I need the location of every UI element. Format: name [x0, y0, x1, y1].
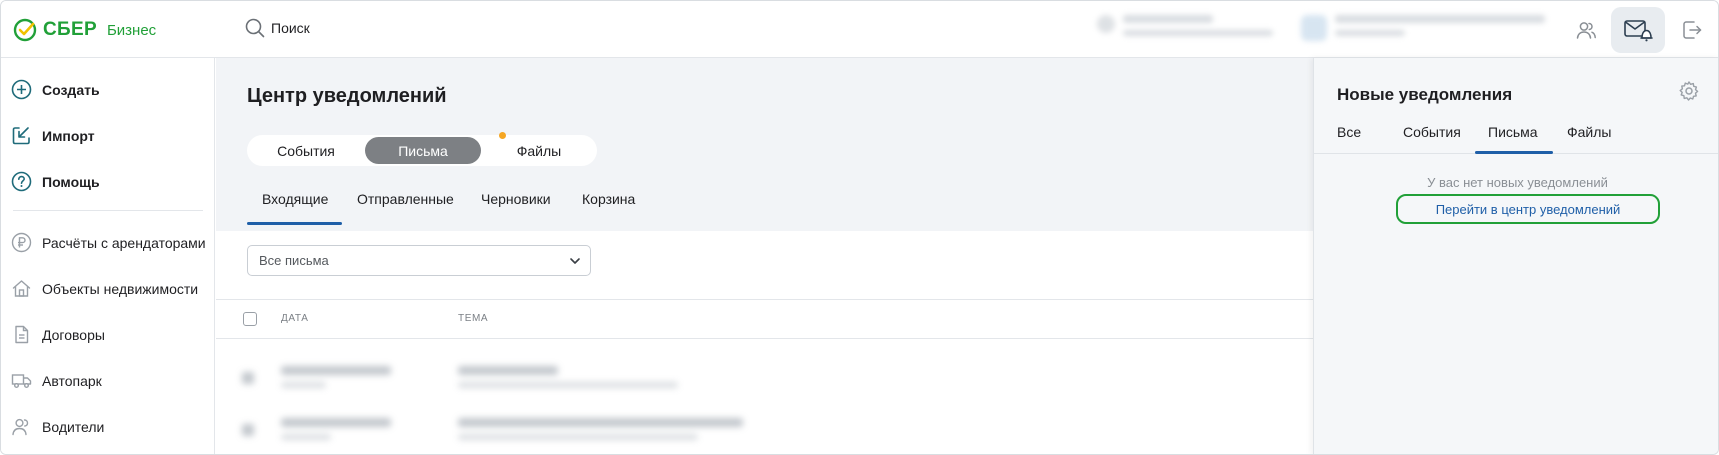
- select-value: Все письма: [259, 253, 329, 268]
- sidebar-item-label: Импорт: [42, 127, 95, 144]
- new-notifications-panel: Новые уведомления Все События Письма Фай…: [1313, 58, 1718, 454]
- row-checkbox-blurred: [242, 424, 254, 436]
- tab-inbox[interactable]: Входящие: [262, 191, 328, 207]
- column-header-date[interactable]: ДАТА: [281, 313, 309, 324]
- app-window: СБЕР Бизнес Поиск Создать Импорт Помощь …: [0, 0, 1719, 455]
- row-checkbox-blurred: [242, 372, 254, 384]
- sber-business-logo[interactable]: СБЕР Бизнес: [13, 18, 156, 42]
- new-items-indicator: [499, 132, 506, 139]
- sidebar-item-real-estate[interactable]: Объекты недвижимости: [11, 278, 198, 299]
- mail-list: [216, 352, 1313, 454]
- select-all-checkbox[interactable]: [243, 312, 257, 326]
- search-field[interactable]: Поиск: [245, 18, 310, 38]
- house-icon: [11, 278, 32, 299]
- panel-tab-files[interactable]: Файлы: [1567, 124, 1611, 140]
- active-tab-indicator: [1475, 151, 1553, 154]
- empty-state-text: У вас нет новых уведомлений: [1427, 175, 1608, 190]
- page-title: Центр уведомлений: [247, 85, 447, 107]
- sidebar-item-label: Водители: [42, 418, 105, 435]
- ruble-icon: [11, 232, 32, 253]
- account-balance-blurred: [1097, 15, 1287, 43]
- logo-text-sub: Бизнес: [106, 21, 157, 39]
- column-header-subject[interactable]: ТЕМА: [458, 313, 488, 324]
- active-tab-indicator: [247, 222, 342, 225]
- sidebar-item-fleet[interactable]: Автопарк: [11, 370, 102, 391]
- sber-logo-icon: [13, 18, 37, 42]
- company-profile-blurred[interactable]: [1301, 15, 1551, 43]
- table-header: ДАТА ТЕМА: [216, 299, 1313, 339]
- sidebar: Создать Импорт Помощь Расчёты с арендато…: [1, 58, 215, 454]
- sidebar-item-label: Объекты недвижимости: [42, 280, 199, 297]
- row-subject-blurred: [458, 366, 678, 388]
- panel-tab-letters[interactable]: Письма: [1488, 124, 1538, 140]
- gear-icon[interactable]: [1678, 80, 1700, 102]
- segment-files[interactable]: Файлы: [481, 137, 597, 164]
- search-label: Поиск: [271, 20, 310, 36]
- panel-tab-events[interactable]: События: [1403, 124, 1461, 140]
- sidebar-divider: [13, 210, 203, 211]
- mail-list-area: Все письма ДАТА ТЕМА: [216, 231, 1313, 352]
- table-row[interactable]: [216, 352, 1313, 404]
- sidebar-item-label: Расчёты с арендаторами: [42, 234, 206, 251]
- category-segmented-control: События Письма Файлы: [247, 132, 597, 166]
- document-icon: [11, 324, 32, 345]
- truck-icon: [11, 370, 32, 391]
- sidebar-item-label: Договоры: [42, 326, 105, 343]
- top-header: СБЕР Бизнес Поиск: [1, 1, 1718, 58]
- sidebar-item-tenant-payments[interactable]: Расчёты с арендаторами: [11, 232, 206, 253]
- import-icon: [11, 125, 32, 146]
- go-to-notification-center-link[interactable]: Перейти в центр уведомлений: [1396, 194, 1660, 224]
- notifications-mail-icon[interactable]: [1611, 7, 1665, 53]
- drivers-icon: [11, 416, 32, 437]
- letters-filter-select[interactable]: Все письма: [247, 245, 591, 276]
- tab-drafts[interactable]: Черновики: [481, 191, 551, 207]
- plus-circle-icon: [11, 79, 32, 100]
- segment-letters[interactable]: Письма: [365, 137, 481, 164]
- row-date-blurred: [281, 366, 391, 388]
- tab-sent[interactable]: Отправленные: [357, 191, 454, 207]
- tab-trash[interactable]: Корзина: [582, 191, 635, 207]
- search-icon: [245, 18, 265, 38]
- mail-folder-tabs: Входящие Отправленные Черновики Корзина: [216, 173, 1313, 226]
- sidebar-item-import[interactable]: Импорт: [11, 125, 95, 146]
- row-subject-blurred: [458, 418, 743, 440]
- segment-events[interactable]: События: [247, 137, 365, 164]
- table-row[interactable]: [216, 404, 1313, 454]
- sidebar-item-label: Помощь: [42, 173, 100, 190]
- sidebar-item-label: Создать: [42, 81, 100, 98]
- panel-tab-all[interactable]: Все: [1337, 124, 1361, 140]
- panel-tabs: Все События Письма Файлы: [1314, 110, 1718, 154]
- sidebar-item-create[interactable]: Создать: [11, 79, 100, 100]
- logo-text-main: СБЕР: [43, 19, 97, 40]
- panel-title: Новые уведомления: [1337, 85, 1513, 104]
- notification-center-main: Центр уведомлений События Письма Файлы В…: [216, 58, 1313, 454]
- row-date-blurred: [281, 418, 391, 440]
- sidebar-item-label: Автопарк: [42, 372, 102, 389]
- sidebar-item-contracts[interactable]: Договоры: [11, 324, 105, 345]
- sidebar-item-help[interactable]: Помощь: [11, 171, 100, 192]
- help-icon: [11, 171, 32, 192]
- sidebar-item-drivers[interactable]: Водители: [11, 416, 104, 437]
- chevron-down-icon: [570, 258, 580, 264]
- users-icon[interactable]: [1567, 11, 1605, 49]
- logout-icon[interactable]: [1673, 11, 1711, 49]
